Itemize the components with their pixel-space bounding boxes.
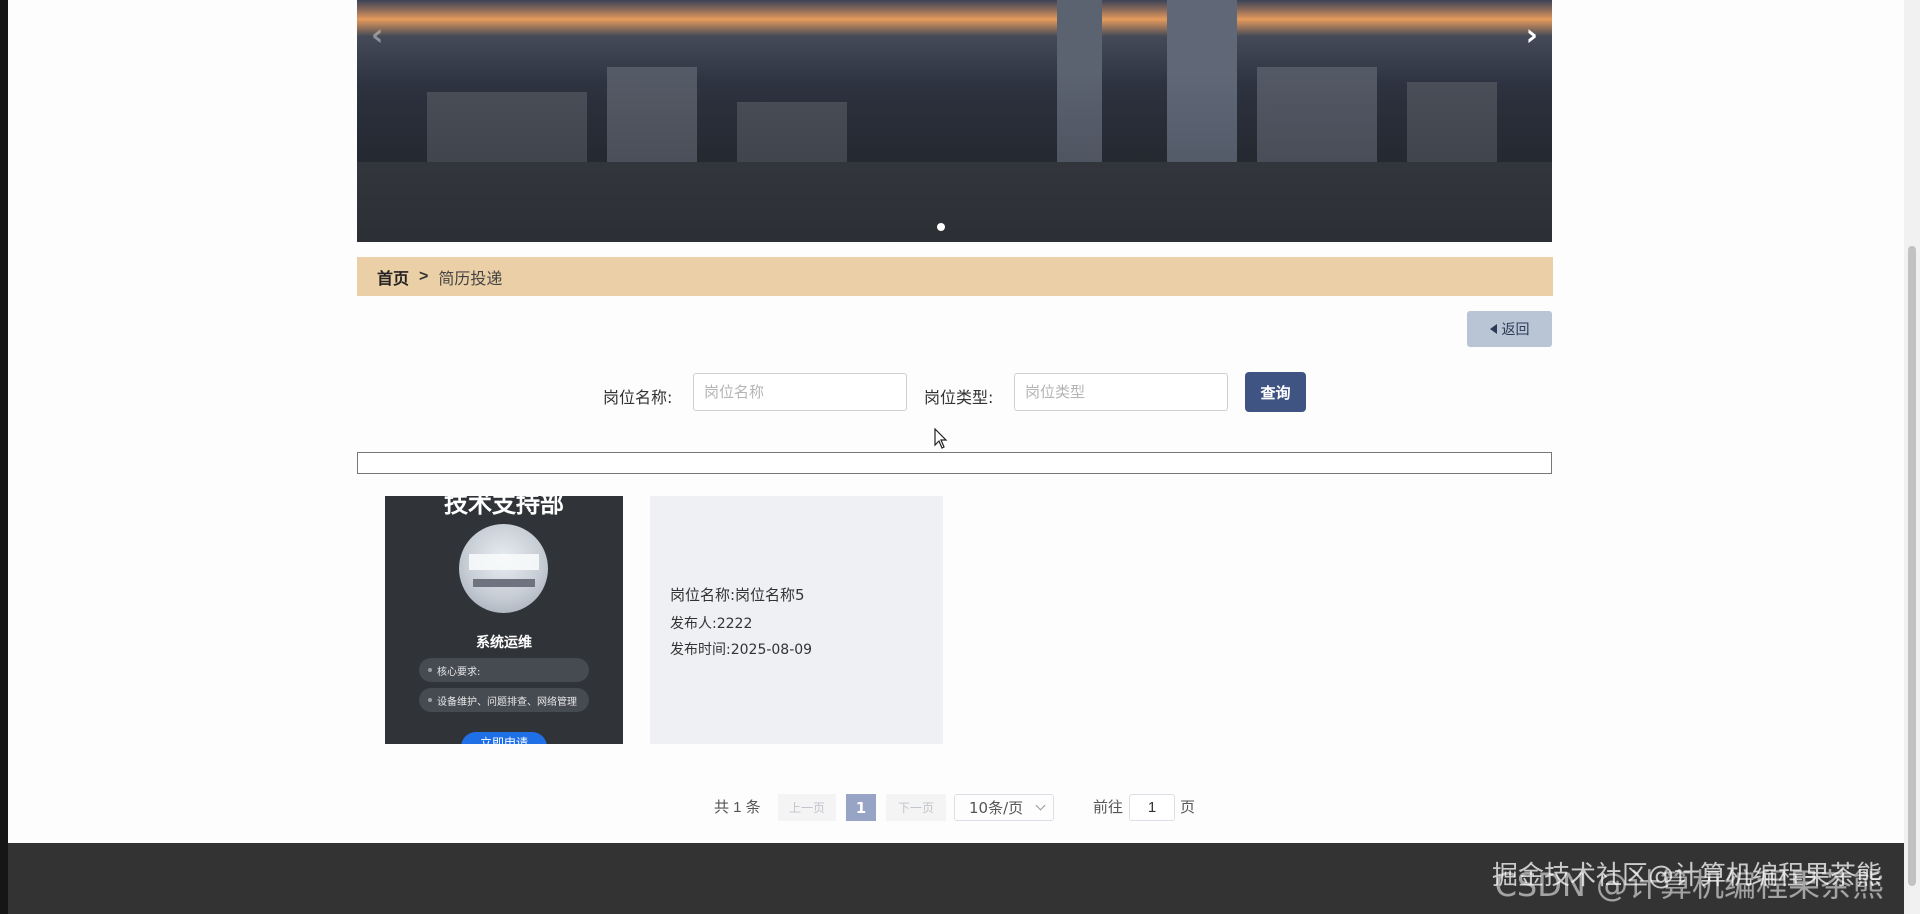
breadcrumb: 首页 > 简历投递 [357,257,1553,296]
office-photo [459,524,548,613]
breadcrumb-current: 简历投递 [438,270,503,288]
apply-button[interactable]: 立即申请 [461,732,547,744]
card-req-label: 核心要求: [419,658,589,682]
job-name-label: 岗位名称: [603,388,673,407]
breadcrumb-separator: > [419,267,429,285]
goto-label: 前往 [1093,799,1124,816]
chevron-down-icon [1035,800,1046,811]
carousel-prev-icon[interactable]: ‹ [371,21,383,51]
left-edge [0,0,8,914]
query-button[interactable]: 查询 [1245,372,1306,412]
card-job-name: 岗位名称:岗位名称5 [670,586,805,604]
footer: CSDN @计算机编程果茶熊 掘金技术社区@计算机编程果茶熊 [8,843,1904,914]
goto-page-input[interactable] [1129,794,1175,821]
prev-page-button[interactable]: 上一页 [778,794,836,821]
carousel-dot[interactable] [937,223,945,231]
card-req-text: 设备维护、问题排查、网络管理 [419,688,589,712]
job-card[interactable]: 岗位名称:岗位名称5 发布人:2222 发布时间:2025-08-09 [650,496,943,744]
page-unit-label: 页 [1180,799,1196,816]
job-name-input[interactable] [693,373,907,411]
mouse-cursor-icon [934,428,948,449]
card-publish-time: 发布时间:2025-08-09 [670,642,813,658]
pagination-total: 共 1 条 [714,799,761,816]
next-page-button[interactable]: 下一页 [886,794,946,821]
job-card[interactable]: 技术支持部 系统运维 核心要求: 设备维护、问题排查、网络管理 立即申请 [385,496,623,744]
job-type-label: 岗位类型: [924,388,994,407]
back-button-label: 返回 [1501,322,1530,338]
card-department: 技术支持部 [444,496,564,518]
job-type-input[interactable] [1014,373,1228,411]
page-number-1[interactable]: 1 [846,794,876,821]
watermark-juejin: 掘金技术社区@计算机编程果茶熊 [1491,861,1882,891]
card-publisher: 发布人:2222 [670,616,753,632]
page-scrollbar[interactable] [1904,0,1920,914]
scrollbar-thumb[interactable] [1908,246,1916,886]
caret-left-icon [1489,324,1497,334]
back-button[interactable]: 返回 [1467,311,1552,347]
page-size-value: 10条/页 [969,799,1024,817]
carousel-next-icon[interactable]: › [1526,21,1538,51]
breadcrumb-home[interactable]: 首页 [377,265,409,289]
card-title: 系统运维 [476,635,532,651]
category-bar [357,452,1552,474]
page-size-select[interactable]: 10条/页 [954,794,1054,821]
banner-carousel[interactable]: ‹ › [357,0,1552,242]
